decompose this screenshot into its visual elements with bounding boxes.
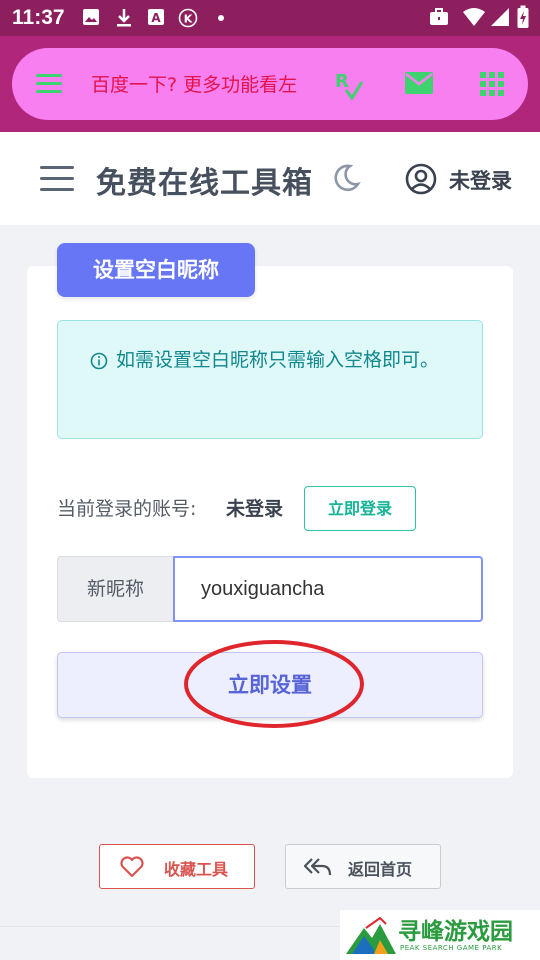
login-now-button[interactable]: 立即登录: [304, 486, 416, 531]
briefcase-icon: [430, 8, 448, 25]
download-icon: [117, 9, 131, 27]
wifi-icon: [463, 8, 485, 26]
moon-icon[interactable]: [330, 162, 362, 194]
mail-icon[interactable]: [405, 72, 433, 94]
heart-icon: [120, 856, 144, 878]
user-avatar-icon[interactable]: [405, 163, 437, 195]
site-title[interactable]: 免费在线工具箱: [96, 158, 313, 202]
peak-logo-icon: [346, 916, 396, 954]
nickname-input[interactable]: [173, 556, 483, 622]
nickname-label: 新昵称: [57, 556, 174, 622]
set-now-button[interactable]: 立即设置: [57, 652, 483, 718]
marquee-text[interactable]: 百度一下? 更多功能看左: [91, 70, 297, 97]
watermark-subtitle: PEAK SEARCH GAME PARK: [400, 944, 503, 952]
rx-icon[interactable]: R: [334, 70, 364, 100]
watermark-title: 寻峰游戏园: [398, 919, 513, 945]
grid-icon[interactable]: [480, 72, 504, 96]
dot-icon: [218, 15, 224, 21]
site-header: 免费在线工具箱 未登录: [0, 132, 540, 225]
menu-icon[interactable]: [36, 72, 62, 94]
image-icon: [83, 9, 99, 25]
favorite-tool-button[interactable]: 收藏工具: [99, 844, 255, 889]
top-app-band: 百度一下? 更多功能看左 R: [0, 36, 540, 132]
a-app-icon: A: [148, 9, 164, 25]
battery-icon: [517, 5, 529, 28]
info-text: 如需设置空白昵称只需输入空格即可。: [116, 349, 440, 371]
reply-all-icon: [304, 858, 332, 876]
signal-icon: [491, 8, 509, 26]
k-app-icon: K: [178, 8, 198, 28]
account-value: 未登录: [226, 498, 284, 520]
back-home-button[interactable]: 返回首页: [285, 844, 441, 889]
top-pill-bar: 百度一下? 更多功能看左 R: [12, 48, 528, 120]
status-time: 11:37: [12, 6, 65, 29]
svg-text:A: A: [151, 11, 161, 25]
favorite-tool-label: 收藏工具: [164, 860, 229, 879]
svg-text:K: K: [184, 13, 193, 26]
back-home-label: 返回首页: [348, 860, 413, 879]
svg-text:R: R: [335, 71, 349, 92]
watermark: 寻峰游戏园 PEAK SEARCH GAME PARK: [340, 910, 540, 960]
login-status-link[interactable]: 未登录: [449, 165, 512, 195]
status-bar: 11:37 A K: [0, 0, 540, 36]
card-title-tag: 设置空白昵称: [57, 243, 255, 297]
account-label: 当前登录的账号:: [57, 498, 197, 520]
hamburger-menu-icon[interactable]: [40, 166, 74, 192]
info-alert: 如需设置空白昵称只需输入空格即可。: [57, 320, 483, 439]
